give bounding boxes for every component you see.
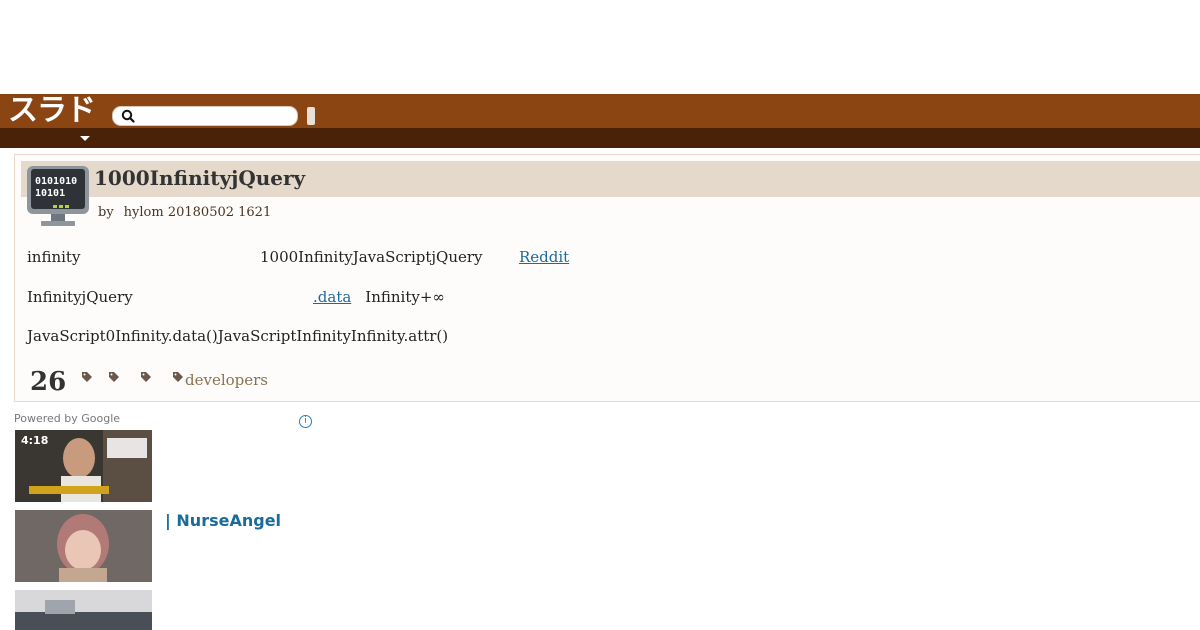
ad-thumbnail-2[interactable]: [15, 510, 152, 582]
byline-author-date: hylom 20180502 1621: [123, 205, 272, 220]
body-line-2: InfinityjQuery: [27, 288, 133, 306]
body-text: InfinityjQuery: [27, 288, 133, 306]
tag-icon[interactable]: [108, 371, 120, 383]
body-text: Infinity+∞: [365, 288, 445, 306]
body-line-3: JavaScript0Infinity.data()JavaScriptInfi…: [27, 327, 448, 345]
nav-bar: [0, 128, 1200, 148]
body-text: infinity: [27, 248, 81, 266]
anime-thumbnail-image: [15, 510, 152, 582]
body-line-1: infinity: [27, 248, 80, 266]
comment-count[interactable]: 26: [30, 367, 66, 397]
ad-info-icon[interactable]: i: [299, 415, 312, 428]
ad-area: Powered by Google i 4:18 | NurseAngel: [14, 412, 314, 630]
street-thumbnail-image: [15, 590, 152, 630]
ad-title[interactable]: | NurseAngel: [165, 511, 281, 530]
reddit-link-wrap: Reddit: [519, 248, 569, 266]
monitor-binary-icon[interactable]: 0101010 10101: [25, 164, 91, 228]
body-text: JavaScript0Infinity.data()JavaScriptInfi…: [27, 327, 449, 345]
site-logo[interactable]: スラド: [8, 96, 96, 126]
reddit-link[interactable]: Reddit: [519, 248, 569, 266]
data-link[interactable]: .data: [313, 288, 365, 306]
body-line-2b: .data Infinity+∞: [313, 288, 445, 306]
video-duration: 4:18: [21, 434, 49, 447]
svg-text:10101: 10101: [35, 188, 65, 199]
tag-icon[interactable]: [172, 371, 184, 383]
search-button[interactable]: [307, 107, 315, 125]
body-line-1b: 1000InfinityJavaScriptjQuery: [260, 248, 483, 266]
byline-by: by: [98, 205, 114, 220]
powered-by-google: Powered by Google: [14, 412, 121, 425]
tag-label-developers[interactable]: developers: [185, 371, 268, 389]
chevron-down-icon[interactable]: [80, 136, 90, 141]
article-card: 0101010 10101 1000InfinityjQuery by hylom…: [14, 154, 1200, 402]
article-title[interactable]: 1000InfinityjQuery: [94, 166, 305, 190]
search-icon: [121, 109, 135, 123]
site-header: スラド: [0, 94, 1200, 128]
tag-icon[interactable]: [81, 371, 93, 383]
tag-icon[interactable]: [140, 371, 152, 383]
ad-thumbnail-1[interactable]: 4:18: [15, 430, 152, 502]
top-blank-area: [0, 0, 1200, 94]
body-text: 1000InfinityJavaScriptjQuery: [260, 248, 483, 266]
byline: by hylom 20180502 1621: [98, 205, 271, 220]
search-input[interactable]: [112, 106, 298, 126]
ad-thumbnail-3[interactable]: [15, 590, 152, 630]
svg-text:0101010: 0101010: [35, 176, 77, 187]
